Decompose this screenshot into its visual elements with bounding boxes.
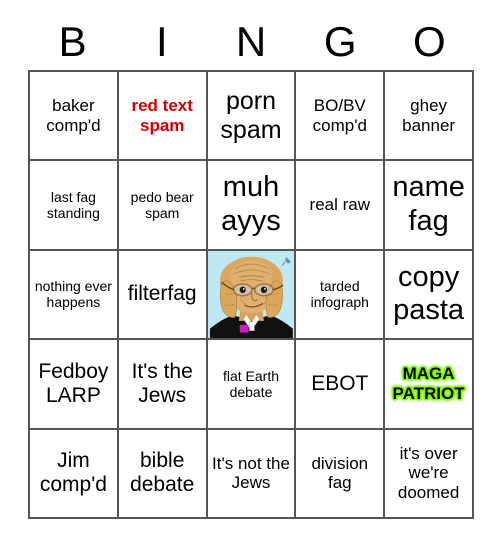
bingo-cell-label: tarded infograph	[310, 278, 369, 311]
header-letter-o: O	[413, 18, 446, 65]
bingo-cell-label: filterfag	[127, 282, 197, 306]
bingo-cell-b3[interactable]: nothing ever happens	[30, 250, 119, 341]
bingo-cell-g4[interactable]: EBOT	[296, 340, 386, 430]
bingo-cell-g3[interactable]: tarded infograph	[296, 250, 386, 341]
judge-wojak-icon	[207, 250, 295, 339]
bingo-cell-i5[interactable]: bible debate	[118, 429, 208, 519]
bingo-cell-label: red text spam	[131, 95, 193, 135]
bingo-cell-label: porn spam	[220, 86, 282, 144]
header-letter-n: N	[235, 18, 267, 65]
bingo-cell-n4[interactable]: flat Earth debate	[207, 340, 297, 430]
bingo-cell-label: it's over we're doomed	[397, 443, 460, 503]
bingo-cell-label: last fag standing	[46, 188, 100, 222]
bingo-card: B I N G O baker comp'd red text spam por…	[0, 0, 500, 544]
bingo-cell-label: name fag	[392, 171, 465, 238]
header-letter-i: I	[155, 18, 168, 65]
bingo-cell-n1[interactable]: porn spam	[207, 72, 297, 162]
bingo-cell-i2[interactable]: pedo bear spam	[118, 161, 208, 251]
bingo-cell-label: nothing ever happens	[34, 278, 112, 311]
bingo-cell-i3[interactable]: filterfag	[118, 250, 208, 341]
bingo-cell-n3[interactable]	[207, 250, 297, 341]
bingo-cell-label: It's the Jews	[131, 359, 193, 407]
bingo-cell-label: bible debate	[130, 448, 195, 497]
bingo-cell-label: copy pasta	[393, 260, 465, 327]
bingo-cell-n5[interactable]: It's not the Jews	[207, 429, 297, 519]
bingo-cell-label: baker comp'd	[46, 95, 101, 135]
bingo-cell-o5[interactable]: it's over we're doomed	[385, 429, 474, 519]
bingo-cell-o2[interactable]: name fag	[385, 161, 474, 251]
bingo-cell-g5[interactable]: division fag	[296, 429, 386, 519]
bingo-cell-label: Fedboy LARP	[38, 359, 109, 407]
bingo-cell-b2[interactable]: last fag standing	[30, 161, 119, 251]
bingo-cell-b4[interactable]: Fedboy LARP	[30, 340, 119, 430]
bingo-cell-label: ghey banner	[402, 95, 456, 135]
bingo-cell-label: muh ayys	[221, 171, 281, 238]
bingo-cell-label: real raw	[309, 195, 371, 215]
bingo-cell-label: Jim comp'd	[39, 448, 107, 497]
bingo-cell-label: It's not the Jews	[212, 453, 290, 493]
bingo-header: B I N G O	[28, 14, 474, 70]
bingo-cell-label: division fag	[311, 453, 369, 493]
bingo-cell-o4[interactable]: MAGA PATRIOT	[385, 340, 474, 430]
bingo-cell-label: flat Earth debate	[222, 367, 279, 400]
bingo-cell-label: BO/BV comp'd	[312, 95, 367, 135]
bingo-cell-o1[interactable]: ghey banner	[385, 72, 474, 162]
bingo-cell-b1[interactable]: baker comp'd	[30, 72, 119, 162]
bingo-cell-g1[interactable]: BO/BV comp'd	[296, 72, 386, 162]
header-letter-g: G	[323, 18, 357, 65]
header-letter-b: B	[58, 18, 87, 65]
bingo-cell-i4[interactable]: It's the Jews	[118, 340, 208, 430]
bingo-cell-label: MAGA PATRIOT	[392, 364, 465, 403]
bingo-cell-n2[interactable]: muh ayys	[207, 161, 297, 251]
bingo-cell-label: EBOT	[311, 371, 369, 395]
bingo-grid: baker comp'd red text spam porn spam BO/…	[28, 70, 474, 519]
bingo-cell-b5[interactable]: Jim comp'd	[30, 429, 119, 519]
bingo-cell-g2[interactable]: real raw	[296, 161, 386, 251]
bingo-cell-label: pedo bear spam	[130, 188, 194, 222]
bingo-cell-o3[interactable]: copy pasta	[385, 250, 474, 341]
bingo-cell-i1[interactable]: red text spam	[118, 72, 208, 162]
